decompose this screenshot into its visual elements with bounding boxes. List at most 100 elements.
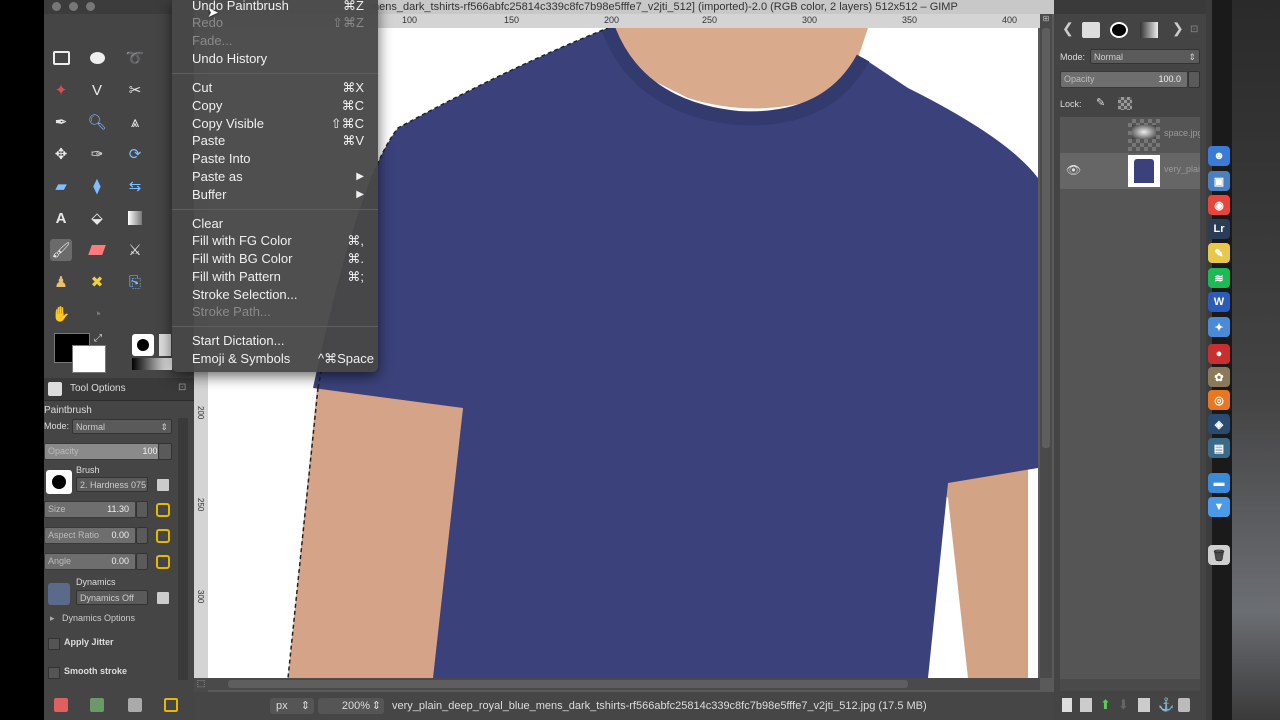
swap-colors-icon[interactable]: ⤢ [94,333,102,344]
dock-app-preview-icon[interactable]: ▣ [1208,171,1230,191]
smooth-stroke-checkbox[interactable] [48,667,60,679]
vertical-scrollbar[interactable] [1040,28,1052,678]
opacity-slider[interactable]: Opacity 100.0 [44,443,172,460]
dock-app-finder-icon[interactable]: ☻ [1208,146,1230,166]
layer-mode-select[interactable]: Normal ⇕ [1090,49,1200,64]
ink-tool-icon[interactable]: ♟ [50,271,72,293]
layers-list[interactable] [1060,117,1200,679]
menu-item-paste[interactable]: Paste [192,133,225,148]
heal-tool-icon[interactable]: ✖ [86,271,108,293]
text-tool-icon[interactable]: A [50,207,72,229]
menu-item-emoji-symbols[interactable]: Emoji & Symbols [192,351,290,366]
configure-tab-icon[interactable]: ⊡ [1190,24,1198,35]
edit-brush-icon[interactable] [157,479,169,491]
dock-app-chrome-icon[interactable]: ◉ [1208,195,1230,215]
minimize-window-icon[interactable] [69,2,78,11]
menu-item-copy-visible[interactable]: Copy Visible [192,116,264,131]
scale-tool-icon[interactable]: ⧫ [86,175,108,197]
layer-name[interactable]: space.jpg [1164,128,1200,138]
size-spin[interactable] [136,501,148,518]
unit-select[interactable]: px ⇕ [270,698,314,714]
new-layer-group-icon[interactable] [1080,698,1092,712]
close-window-icon[interactable] [52,2,61,11]
rotate-tool-icon[interactable]: ▰ [50,175,72,197]
layer-opacity-spin[interactable] [1188,71,1200,88]
layers-hscroll[interactable] [1060,679,1200,691]
dynamics-options-expander[interactable]: Dynamics Options [62,613,135,623]
size-slider[interactable]: Size 11.30 [44,501,136,518]
dock-app-spotify-icon[interactable]: ≋ [1208,268,1230,288]
tool-options-scrollbar[interactable] [178,418,188,680]
aspect-ratio-spin[interactable] [136,527,148,544]
dock-folder-icon[interactable]: ▬ [1208,473,1230,493]
angle-spin[interactable] [136,553,148,570]
quick-mask-icon[interactable]: ⬚ [194,678,208,692]
edit-dynamics-icon[interactable] [157,592,169,604]
mode-select[interactable]: Normal ⇕ [72,419,172,434]
fuzzy-select-tool-icon[interactable]: ✦ [50,79,72,101]
airbrush-tool-icon[interactable]: ⚔ [124,239,146,261]
navigate-icon[interactable]: ⊞ [1040,14,1052,28]
clone-tool-icon[interactable]: ⎘ [124,271,146,293]
gradient-preview[interactable] [132,358,172,370]
configure-tab-icon[interactable]: ⊡ [178,382,186,393]
lower-layer-icon[interactable]: ⬇ [1118,697,1129,713]
reset-options-icon[interactable] [164,698,178,712]
dock-downloads-icon[interactable]: ▼ [1208,497,1230,517]
menu-item-fill-pattern[interactable]: Fill with Pattern [192,269,281,284]
dock-app-lightroom-icon[interactable]: Lr [1208,219,1230,239]
opacity-spin[interactable] [158,443,172,460]
layer-opacity-slider[interactable]: Opacity 100.0 [1060,71,1188,88]
select-by-color-tool-icon[interactable]: V [86,79,108,101]
lock-alpha-icon[interactable] [1118,97,1132,110]
reset-size-icon[interactable] [156,503,170,517]
brush-preview[interactable] [132,334,154,356]
eraser-tool-icon[interactable] [86,239,108,261]
measure-tool-icon[interactable]: ⩓ [124,111,146,133]
menu-item-undo-history[interactable]: Undo History [192,51,267,66]
raise-layer-icon[interactable]: ⬆ [1100,697,1111,713]
layers-tab-icon[interactable] [1082,22,1100,38]
layer-row[interactable]: space.jpg [1060,117,1200,153]
tool-options-tab[interactable]: Tool Options ⊡ [44,378,194,401]
menu-item-start-dictation[interactable]: Start Dictation... [192,333,284,348]
zoom-tool-icon[interactable]: 🔍︎ [86,111,108,133]
horizontal-scrollbar-thumb[interactable] [228,680,908,688]
save-options-icon[interactable] [54,698,68,712]
brush-select-button[interactable] [46,470,72,494]
duplicate-layer-icon[interactable] [1138,698,1150,712]
dock-app-utility-icon[interactable]: ✦ [1208,317,1230,337]
menu-item-fill-fg[interactable]: Fill with FG Color [192,233,292,248]
menu-item-stroke-selection[interactable]: Stroke Selection... [192,287,298,302]
anchor-layer-icon[interactable]: ⚓ [1158,697,1174,713]
brush-name-field[interactable]: 2. Hardness 075 [76,477,148,492]
zoom-select[interactable]: 200% ⇕ [318,698,384,714]
menu-item-clear[interactable]: Clear [192,216,223,231]
restore-options-icon[interactable] [90,698,104,712]
menu-item-buffer[interactable]: Buffer [192,187,226,202]
pattern-preview[interactable] [159,334,171,356]
free-select-tool-icon[interactable]: ➰ [124,47,146,69]
smudge-tool-icon[interactable]: ✋ [50,303,72,325]
dynamics-icon[interactable] [48,583,70,605]
dynamics-select[interactable]: Dynamics Off [76,590,148,605]
dock-app-stickies-icon[interactable]: ✎ [1208,243,1230,263]
paths-tool-icon[interactable]: ✒ [50,111,72,133]
dodge-burn-tool-icon[interactable]: ◔ [86,303,108,325]
reset-aspect-icon[interactable] [156,529,170,543]
zoom-window-icon[interactable] [86,2,95,11]
dock-app-monitor-icon[interactable]: ▤ [1208,438,1230,458]
menu-item-fill-bg[interactable]: Fill with BG Color [192,251,292,266]
ellipse-select-tool-icon[interactable] [86,47,108,69]
vertical-scrollbar-thumb[interactable] [1042,28,1050,448]
layer-row[interactable]: 👁︎ very_plain [1060,153,1200,189]
menu-item-copy[interactable]: Copy [192,98,222,113]
channels-tab-icon[interactable] [1110,22,1128,38]
rect-select-tool-icon[interactable] [50,47,72,69]
lock-pixels-icon[interactable]: ✎ [1096,96,1105,109]
reset-angle-icon[interactable] [156,555,170,569]
align-tool-icon[interactable]: ✑ [86,143,108,165]
delete-layer-icon[interactable] [1178,698,1190,712]
aspect-ratio-slider[interactable]: Aspect Ratio 0.00 [44,527,136,544]
visibility-eye-icon[interactable]: 👁︎ [1066,163,1081,177]
